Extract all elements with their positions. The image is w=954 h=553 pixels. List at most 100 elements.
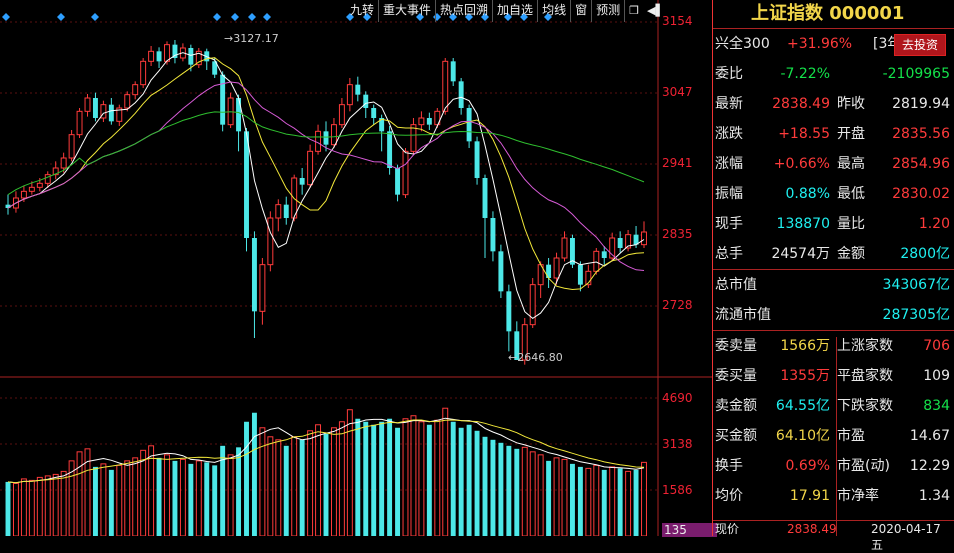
quote-value: 109 <box>923 368 950 384</box>
price-tick-label: 2835 <box>662 227 693 241</box>
quote-value: 138870 <box>776 216 830 232</box>
volume-bar <box>124 460 131 536</box>
kline-chart[interactable] <box>0 0 712 536</box>
quote-label: 委买量 <box>715 368 757 384</box>
candle-body <box>148 50 155 62</box>
candle-body <box>395 168 401 195</box>
quote-label: 市盈 <box>837 428 865 444</box>
volume-bar <box>5 481 11 536</box>
volume-bar <box>490 439 496 536</box>
candle-body <box>338 104 345 126</box>
quote-row: 委比 -7.22% -2109965 <box>713 59 954 89</box>
quote-value: 287305亿 <box>882 307 950 323</box>
volume-bar <box>204 462 210 536</box>
toolbar-forecast-button[interactable]: 预测 <box>592 0 626 22</box>
volume-bar <box>12 482 19 536</box>
trade-stat-row: 买金额 64.10亿 市盈 14.67 <box>713 421 954 451</box>
candle-body <box>20 190 27 199</box>
volume-bar <box>172 460 178 536</box>
market-cap-row: 总市值 343067亿 <box>713 270 954 300</box>
invest-button[interactable]: 去投资 <box>893 34 946 56</box>
volume-bar <box>346 409 353 536</box>
quote-label: 开盘 <box>837 126 865 142</box>
event-marker-icon <box>2 13 10 21</box>
volume-bar <box>100 463 107 536</box>
volume-bar <box>307 430 314 536</box>
volume-bar <box>338 421 345 536</box>
candle-body <box>156 51 162 62</box>
trade-stat-row: 换手 0.69% 市盈(动) 12.29 <box>713 451 954 481</box>
kline-chart-area[interactable]: 九转 重大事件 热点回溯 加自选 均线 窗 预测 ❐ ◀▌ 3154 3047 … <box>0 0 717 537</box>
candle-body <box>76 110 83 136</box>
volume-bar <box>20 478 27 536</box>
toolbar-major-events-button[interactable]: 重大事件 <box>379 0 437 22</box>
volume-bar <box>195 460 202 536</box>
window-restore-icon[interactable]: ❐ <box>625 0 643 22</box>
quote-label: 最高 <box>837 156 865 172</box>
toolbar-window-button[interactable]: 窗 <box>571 0 593 22</box>
candle-body <box>220 74 226 125</box>
price-tick-label: 2728 <box>662 298 693 312</box>
volume-bar <box>466 424 472 536</box>
candle-body <box>641 231 647 246</box>
candle-body <box>601 251 607 258</box>
candle-body <box>498 251 504 292</box>
candle-body <box>275 204 282 219</box>
volume-bar <box>52 473 59 536</box>
volume-bar <box>569 463 575 536</box>
high-price-annotation: →3127.17 <box>224 32 279 45</box>
volume-bar <box>291 436 298 536</box>
toolbar-hotspot-review-button[interactable]: 热点回溯 <box>436 0 494 22</box>
candle-body <box>188 48 194 65</box>
quote-value: 2830.02 <box>892 186 950 202</box>
toolbar-add-watchlist-button[interactable]: 加自选 <box>493 0 539 22</box>
toolbar-jiuzhuan-button[interactable]: 九转 <box>346 0 380 22</box>
volume-bar <box>442 407 449 536</box>
volume-tick-label: 1586 <box>662 483 693 497</box>
quote-label: 委比 <box>715 66 743 82</box>
candle-body <box>323 131 329 145</box>
quote-label: 市净率 <box>837 488 879 504</box>
quote-value: +0.66% <box>773 156 830 172</box>
candle-body <box>482 178 488 218</box>
ma10-line <box>7 57 645 291</box>
volume-bar <box>426 424 432 536</box>
quote-value: 343067亿 <box>882 277 950 293</box>
volume-bar <box>521 446 528 536</box>
candle-body <box>402 150 409 196</box>
quote-value: 14.67 <box>909 428 950 444</box>
volume-bar <box>553 457 560 536</box>
volume-bar <box>212 465 218 536</box>
volume-bar <box>60 470 67 536</box>
quote-value: 1.20 <box>918 216 950 232</box>
quote-label: 总市值 <box>715 277 757 293</box>
quote-label: 市盈(动) <box>837 458 890 474</box>
volume-bar <box>76 451 83 536</box>
quote-label: 涨幅 <box>715 156 743 172</box>
volume-tick-label: 3138 <box>662 437 693 451</box>
volume-bar <box>179 458 186 536</box>
volume-bar <box>148 445 155 536</box>
candle-body <box>299 178 305 185</box>
toolbar-moving-average-button[interactable]: 均线 <box>538 0 572 22</box>
volume-bar <box>227 454 234 536</box>
event-marker-icon <box>231 13 239 21</box>
candle-body <box>307 150 314 186</box>
quote-label: 昨收 <box>837 96 865 112</box>
volume-bar <box>36 476 43 536</box>
volume-bar <box>402 418 409 536</box>
quote-value: +18.55 <box>778 126 830 142</box>
quote-label: 总手 <box>715 246 743 262</box>
quote-value: 1355万 <box>780 368 830 384</box>
candle-body <box>450 61 456 82</box>
quote-label: 买金额 <box>715 428 757 444</box>
candle-body <box>124 94 131 109</box>
volume-bar <box>410 415 417 536</box>
candle-body <box>330 124 337 146</box>
quote-value: 0.69% <box>785 458 830 474</box>
quote-label: 金额 <box>837 246 865 262</box>
volume-bar <box>387 418 393 536</box>
quote-row: 涨幅 +0.66% 最高 2854.96 <box>713 149 954 179</box>
candle-body <box>466 108 472 142</box>
trade-stat-row: 委买量 1355万 平盘家数 109 <box>713 361 954 391</box>
